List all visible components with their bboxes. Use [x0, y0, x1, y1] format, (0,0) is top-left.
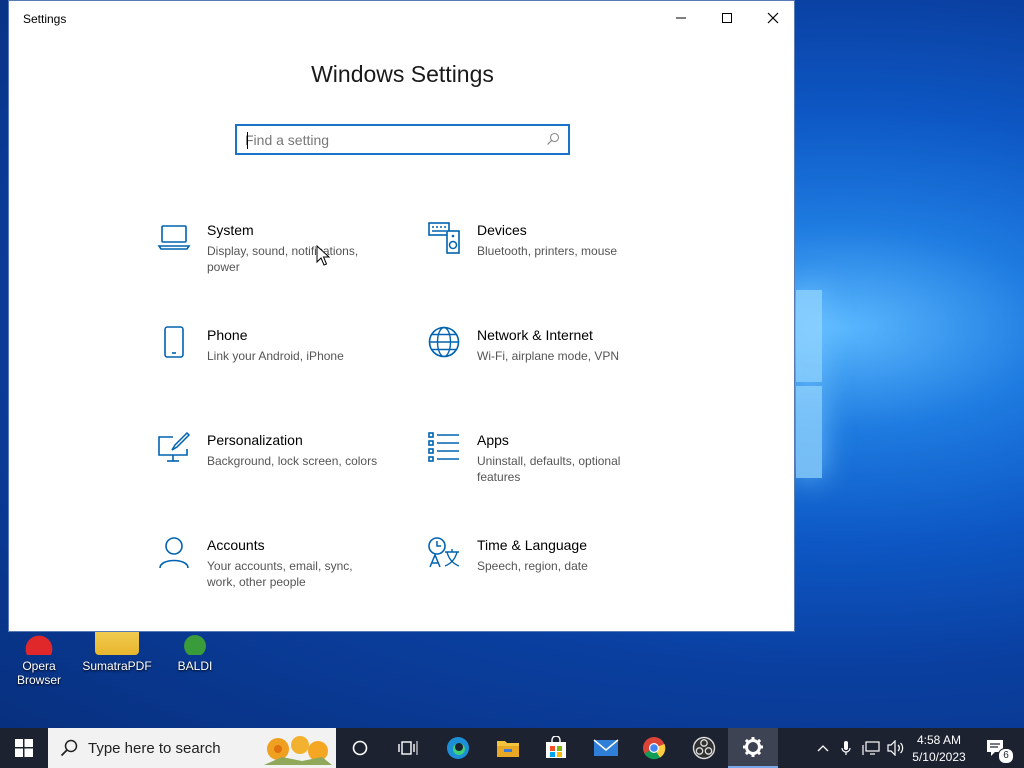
category-time-language[interactable]: Time & Language Speech, region, date: [427, 536, 677, 606]
desktop-icon-label: BALDI: [177, 659, 213, 673]
chevron-up-icon: [817, 745, 829, 752]
category-description: Background, lock screen, colors: [207, 454, 378, 468]
obs-icon: [692, 736, 716, 760]
taskbar-settings[interactable]: [728, 728, 778, 768]
laptop-icon: [157, 225, 191, 250]
category-devices[interactable]: Devices Bluetooth, printers, mouse: [427, 221, 677, 291]
minimize-button[interactable]: [658, 1, 704, 35]
search-icon: [60, 739, 78, 757]
network-icon: [862, 741, 880, 755]
page-title: Windows Settings: [311, 61, 494, 87]
network-tray[interactable]: [859, 728, 883, 768]
microphone-tray[interactable]: [836, 728, 856, 768]
desktop-icon-label: Opera Browser: [16, 659, 61, 687]
category-title: Apps: [477, 432, 509, 448]
clock[interactable]: 4:58 AM 5/10/2023: [908, 728, 970, 768]
settings-icon: [743, 737, 763, 757]
microphone-icon: [841, 741, 851, 755]
cortana-button[interactable]: [336, 728, 384, 768]
volume-tray[interactable]: [884, 728, 908, 768]
mail-icon: [593, 739, 619, 756]
category-apps[interactable]: Apps Uninstall, defaults, optional featu…: [427, 431, 677, 501]
windows-logo-wallpaper: [796, 290, 824, 480]
mouse-cursor-icon: [316, 245, 330, 266]
clock-time: 4:58 AM: [916, 732, 962, 747]
maximize-icon: [722, 13, 732, 23]
time-language-icon: [428, 537, 460, 568]
taskbar-store[interactable]: [532, 728, 580, 768]
category-description: Your accounts, email, sync, work, other …: [207, 559, 353, 589]
category-description: Bluetooth, printers, mouse: [477, 244, 618, 258]
search-input[interactable]: [245, 130, 535, 150]
taskbar-edge[interactable]: [434, 728, 482, 768]
task-view-button[interactable]: [384, 728, 432, 768]
phone-icon: [164, 326, 184, 358]
window-title: Settings: [23, 12, 67, 26]
volume-icon: [887, 740, 904, 756]
taskbar: Type here to search 4:58 AM 5/10/2023 6: [0, 728, 1024, 768]
notification-count-badge: 6: [998, 748, 1014, 764]
show-hidden-icons-button[interactable]: [812, 728, 834, 768]
chrome-icon: [643, 737, 666, 760]
clock-date: 5/10/2023: [912, 749, 966, 764]
action-center-button[interactable]: 6: [978, 728, 1014, 768]
edge-icon: [447, 737, 469, 759]
search-highlight-flowers-icon: [264, 736, 332, 765]
settings-search-box[interactable]: [235, 124, 570, 155]
task-view-icon: [398, 741, 418, 755]
category-phone[interactable]: Phone Link your Android, iPhone: [157, 326, 407, 396]
category-title: Accounts: [207, 537, 265, 553]
category-personalization[interactable]: Personalization Background, lock screen,…: [157, 431, 407, 501]
globe-icon: [428, 326, 460, 358]
category-description: Display, sound, notifications, power: [207, 244, 359, 274]
desktop-icon-label: SumatraPDF: [82, 659, 152, 673]
category-title: Personalization: [207, 432, 303, 448]
keyboard-speaker-icon: [428, 222, 460, 254]
title-bar[interactable]: Settings: [9, 1, 794, 35]
category-title: Devices: [477, 222, 527, 238]
close-icon: [767, 12, 779, 24]
taskbar-search-box[interactable]: Type here to search: [48, 728, 336, 768]
person-icon: [159, 537, 189, 569]
category-title: Time & Language: [477, 537, 587, 553]
maximize-button[interactable]: [704, 1, 750, 35]
category-accounts[interactable]: Accounts Your accounts, email, sync, wor…: [157, 536, 407, 606]
category-description: Uninstall, defaults, optional features: [477, 454, 621, 484]
category-title: Network & Internet: [477, 327, 593, 343]
category-title: System: [207, 222, 254, 238]
desktop-icon-baldi[interactable]: BALDI: [160, 625, 230, 673]
file-explorer-icon: [497, 741, 519, 757]
settings-window: Settings Windows Settings System Display…: [8, 0, 795, 632]
taskbar-chrome[interactable]: [630, 728, 678, 768]
cortana-icon: [352, 740, 368, 756]
desktop-icon-opera[interactable]: Opera Browser: [4, 625, 74, 687]
close-button[interactable]: [750, 1, 796, 35]
paint-monitor-icon: [158, 431, 191, 462]
category-title: Phone: [207, 327, 248, 343]
desktop-icon-sumatrapdf[interactable]: SumatraPDF: [82, 625, 152, 673]
minimize-icon: [676, 17, 686, 19]
taskbar-obs[interactable]: [680, 728, 728, 768]
windows-start-icon: [15, 739, 33, 757]
apps-list-icon: [428, 432, 459, 462]
category-description: Wi-Fi, airplane mode, VPN: [477, 349, 620, 363]
taskbar-mail[interactable]: [582, 728, 630, 768]
search-icon[interactable]: [546, 132, 560, 146]
taskbar-file-explorer[interactable]: [484, 728, 532, 768]
category-network-internet[interactable]: Network & Internet Wi-Fi, airplane mode,…: [427, 326, 677, 396]
category-system[interactable]: System Display, sound, notifications, po…: [157, 221, 407, 291]
category-description: Speech, region, date: [477, 559, 588, 573]
start-button[interactable]: [0, 728, 48, 768]
taskbar-search-text: Type here to search: [88, 740, 221, 757]
category-description: Link your Android, iPhone: [207, 349, 344, 363]
text-caret: [247, 132, 248, 149]
store-icon: [546, 736, 566, 758]
